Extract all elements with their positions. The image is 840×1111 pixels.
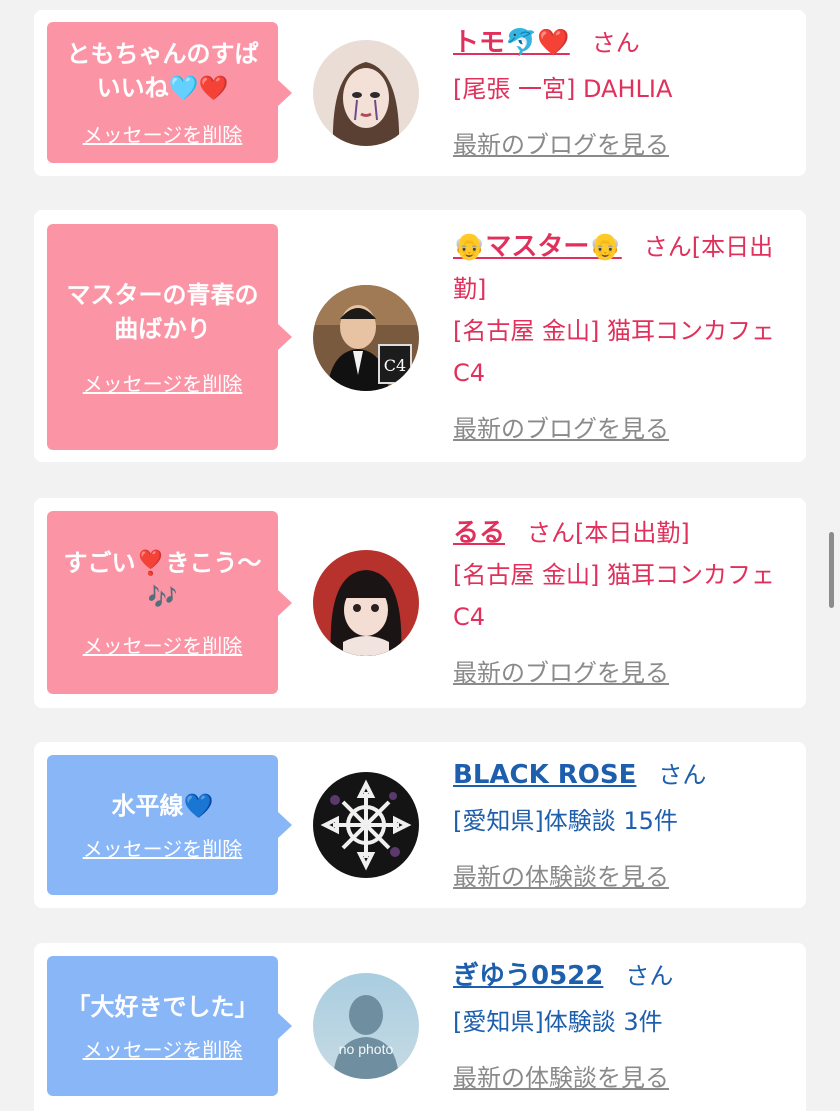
message-text: マスターの青春の曲ばかり: [66, 280, 259, 343]
review-count: [愛知県]体験談 3件: [453, 1008, 663, 1036]
honorific: さん: [625, 962, 674, 990]
review-count: [愛知県]体験談 15件: [453, 807, 678, 835]
no-photo-label: no photo: [338, 1041, 394, 1057]
message-bubble: 「大好きでした」 メッセージを削除: [47, 956, 292, 1096]
delete-message-link[interactable]: メッセージを削除: [83, 1034, 243, 1063]
honorific: さん: [527, 519, 576, 547]
avatar[interactable]: [313, 550, 419, 656]
svg-text:C4: C4: [384, 356, 406, 375]
avatar-photo-icon: [313, 550, 419, 656]
user-name-link[interactable]: るる: [453, 518, 505, 548]
no-photo-icon: [313, 973, 419, 1079]
latest-blog-link[interactable]: 最新のブログを見る: [453, 652, 788, 694]
message-bubble: マスターの青春の曲ばかり メッセージを削除: [47, 224, 292, 450]
avatar-pattern-icon: [313, 772, 419, 878]
user-info: ぎゆう0522 さん [愛知県]体験談 3件 最新の体験談を見る: [453, 955, 788, 1099]
shop-info: [尾張 一宮] DAHLIA: [453, 75, 673, 103]
user-info: 👴マスター👴 さん[本日出勤] [名古屋 金山] 猫耳コンカフェ C4 最新のブロ…: [453, 226, 788, 450]
delete-message-link[interactable]: メッセージを削除: [83, 368, 243, 397]
user-info: トモ🐬❤️ さん [尾張 一宮] DAHLIA 最新のブログを見る: [453, 22, 788, 166]
message-card: マスターの青春の曲ばかり メッセージを削除 C4 👴マスター👴 さん[本日出勤] …: [34, 210, 806, 462]
user-info: BLACK ROSE さん [愛知県]体験談 15件 最新の体験談を見る: [453, 754, 788, 898]
message-text: 水平線💙: [111, 791, 214, 820]
latest-blog-link[interactable]: 最新のブログを見る: [453, 408, 788, 450]
shop-info: [名古屋 金山] 猫耳コンカフェ C4: [453, 561, 775, 631]
message-text: 「大好きでした」: [66, 992, 259, 1021]
user-name-link[interactable]: ぎゆう0522: [453, 961, 603, 991]
delete-message-link[interactable]: メッセージを削除: [83, 119, 243, 148]
delete-message-link[interactable]: メッセージを削除: [83, 630, 243, 659]
delete-message-link[interactable]: メッセージを削除: [83, 833, 243, 862]
message-bubble: すごい❣️きこう〜🎶 メッセージを削除: [47, 511, 292, 694]
message-card: 「大好きでした」 メッセージを削除 no photo ぎゆう0522 さん [愛知…: [34, 943, 806, 1111]
latest-blog-link[interactable]: 最新のブログを見る: [453, 124, 788, 166]
avatar[interactable]: [313, 772, 419, 878]
user-name-link[interactable]: 👴マスター👴: [453, 232, 622, 262]
message-card: すごい❣️きこう〜🎶 メッセージを削除 るる さん[本日出勤] [名古屋 金山] …: [34, 498, 806, 708]
avatar[interactable]: [313, 40, 419, 146]
user-info: るる さん[本日出勤] [名古屋 金山] 猫耳コンカフェ C4 最新のブログを見る: [453, 512, 788, 694]
shop-info: [名古屋 金山] 猫耳コンカフェ C4: [453, 317, 775, 387]
message-text: ともちゃんのすぱいいね🩵❤️: [66, 40, 259, 102]
message-card: ともちゃんのすぱいいね🩵❤️ メッセージを削除 トモ🐬❤️ さん [尾張 一宮] …: [34, 10, 806, 176]
message-card: 水平線💙 メッセージを削除 BLACK ROSE さん [愛知県]体験談 15件 …: [34, 742, 806, 908]
honorific: さん: [658, 761, 707, 789]
avatar-photo-icon: [313, 40, 419, 146]
message-bubble: 水平線💙 メッセージを削除: [47, 755, 292, 895]
honorific: さん: [591, 29, 640, 57]
avatar[interactable]: C4: [313, 285, 419, 391]
message-text: すごい❣️きこう〜🎶: [63, 549, 262, 611]
latest-review-link[interactable]: 最新の体験談を見る: [453, 1057, 788, 1099]
status-badge: [本日出勤]: [575, 519, 690, 547]
avatar-photo-icon: C4: [313, 285, 419, 391]
user-name-link[interactable]: トモ🐬❤️: [453, 28, 570, 58]
scrollbar-thumb[interactable]: [829, 532, 834, 608]
message-bubble: ともちゃんのすぱいいね🩵❤️ メッセージを削除: [47, 22, 292, 163]
honorific: さん: [643, 233, 692, 261]
latest-review-link[interactable]: 最新の体験談を見る: [453, 856, 788, 898]
avatar[interactable]: no photo: [313, 973, 419, 1079]
user-name-link[interactable]: BLACK ROSE: [453, 760, 636, 790]
